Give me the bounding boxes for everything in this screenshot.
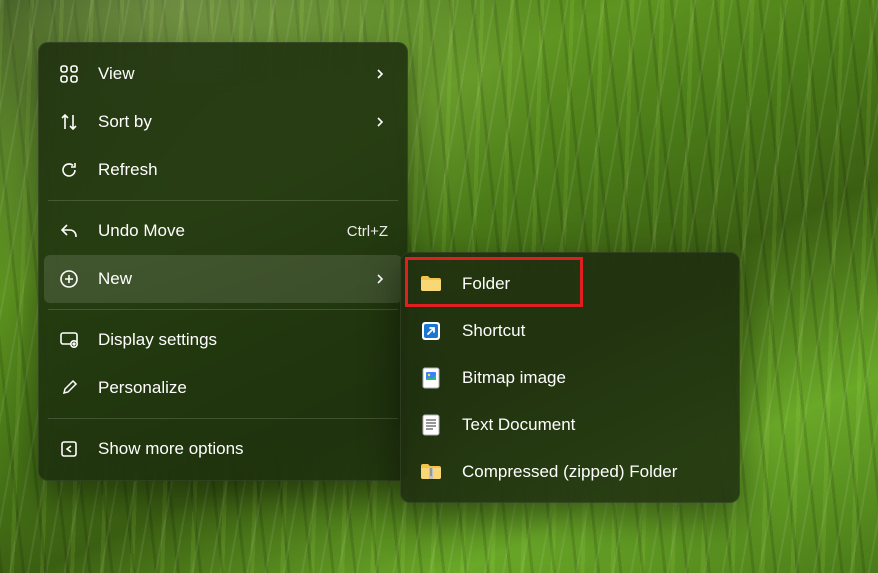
menu-item-show-more-options[interactable]: Show more options: [44, 425, 402, 473]
undo-icon: [58, 220, 80, 242]
menu-item-refresh[interactable]: Refresh: [44, 146, 402, 194]
menu-item-label: View: [98, 64, 372, 84]
grid-icon: [58, 63, 80, 85]
chevron-right-icon: [372, 116, 388, 128]
menu-item-view[interactable]: View: [44, 50, 402, 98]
bitmap-icon: [420, 367, 442, 389]
menu-item-label: Display settings: [98, 330, 388, 350]
menu-item-shortcut: Ctrl+Z: [347, 223, 388, 240]
chevron-right-icon: [372, 68, 388, 80]
menu-separator: [48, 309, 398, 310]
menu-item-personalize[interactable]: Personalize: [44, 364, 402, 412]
submenu-item-bitmap[interactable]: Bitmap image: [406, 354, 734, 401]
menu-item-undo-move[interactable]: Undo Move Ctrl+Z: [44, 207, 402, 255]
submenu-item-compressed-folder[interactable]: Compressed (zipped) Folder: [406, 448, 734, 495]
submenu-item-label: Folder: [462, 274, 510, 294]
zip-folder-icon: [420, 461, 442, 483]
chevron-right-icon: [372, 273, 388, 285]
plus-circle-icon: [58, 268, 80, 290]
desktop-context-menu: View Sort by Refresh Undo Move: [38, 42, 408, 481]
menu-item-display-settings[interactable]: Display settings: [44, 316, 402, 364]
submenu-item-shortcut[interactable]: Shortcut: [406, 307, 734, 354]
menu-separator: [48, 200, 398, 201]
menu-separator: [48, 418, 398, 419]
refresh-icon: [58, 159, 80, 181]
folder-icon: [420, 273, 442, 295]
text-document-icon: [420, 414, 442, 436]
submenu-item-text-document[interactable]: Text Document: [406, 401, 734, 448]
submenu-item-label: Text Document: [462, 415, 575, 435]
menu-item-label: New: [98, 269, 372, 289]
menu-item-label: Personalize: [98, 378, 388, 398]
new-submenu: Folder Shortcut Bitmap image: [400, 252, 740, 503]
sort-icon: [58, 111, 80, 133]
display-icon: [58, 329, 80, 351]
submenu-item-label: Compressed (zipped) Folder: [462, 462, 677, 482]
submenu-item-folder[interactable]: Folder: [406, 260, 734, 307]
submenu-item-label: Bitmap image: [462, 368, 566, 388]
menu-item-label: Refresh: [98, 160, 388, 180]
menu-item-label: Undo Move: [98, 221, 347, 241]
menu-item-label: Show more options: [98, 439, 388, 459]
submenu-item-label: Shortcut: [462, 321, 525, 341]
more-options-icon: [58, 438, 80, 460]
brush-icon: [58, 377, 80, 399]
menu-item-label: Sort by: [98, 112, 372, 132]
shortcut-icon: [420, 320, 442, 342]
menu-item-sort-by[interactable]: Sort by: [44, 98, 402, 146]
menu-item-new[interactable]: New: [44, 255, 402, 303]
